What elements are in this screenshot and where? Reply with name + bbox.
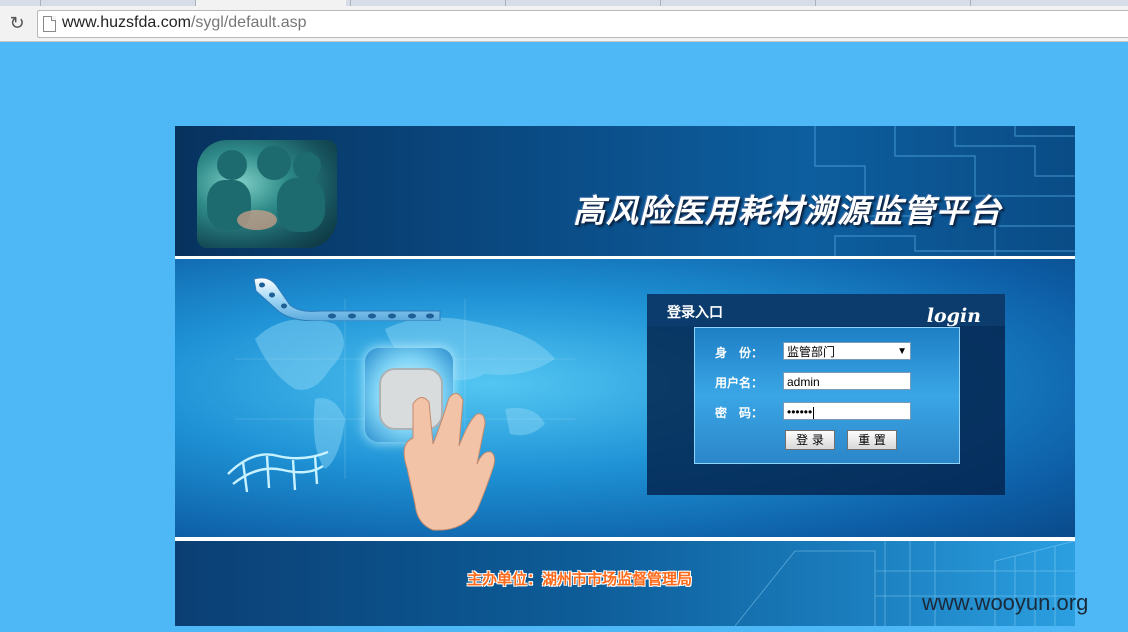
password-row: 密 码： •••••• xyxy=(695,402,959,422)
reload-icon[interactable]: ↻ xyxy=(6,13,28,35)
page-icon xyxy=(43,16,56,32)
main-banner: 登录入口 login 身 份： 监管部门 ▼ 用户名： admin 密 码： •… xyxy=(175,259,1075,537)
watermark: www.wooyun.org xyxy=(922,590,1089,615)
address-bar[interactable]: www.huzsfda.com/sygl/default.asp xyxy=(37,10,1128,38)
login-title: 登录入口 xyxy=(667,305,723,321)
login-panel-header: 登录入口 login xyxy=(647,294,1005,327)
host-organization: 主办单位：湖州市市场监督管理局 xyxy=(467,570,693,588)
text-caret xyxy=(813,406,815,419)
login-button[interactable]: 登 录 xyxy=(785,430,835,450)
bone-plate-image xyxy=(253,277,441,321)
username-row: 用户名： admin xyxy=(695,372,959,392)
dropdown-arrow-icon[interactable]: ▼ xyxy=(897,343,907,361)
site-title: 高风险医用耗材溯源监管平台 xyxy=(573,192,1003,230)
surgery-photo xyxy=(197,140,337,248)
password-input[interactable]: •••••• xyxy=(783,402,911,420)
url-path: /sygl/default.asp xyxy=(190,14,307,31)
identity-label: 身 份： xyxy=(715,346,764,360)
login-script-logo: login xyxy=(926,305,981,327)
hand-image xyxy=(403,393,496,531)
username-input[interactable]: admin xyxy=(783,372,911,390)
url-text[interactable]: www.huzsfda.com/sygl/default.asp xyxy=(62,14,307,32)
fixator-implant-image xyxy=(227,450,329,493)
username-label: 用户名： xyxy=(715,376,764,390)
header-banner: 高风险医用耗材溯源监管平台 xyxy=(175,126,1075,256)
login-form: 身 份： 监管部门 ▼ 用户名： admin 密 码： •••••• 登 录 重… xyxy=(694,327,960,464)
login-page: 高风险医用耗材溯源监管平台 登录入口 login 身 份： 监管部门 ▼ 用户名… xyxy=(175,126,1075,626)
identity-select-value: 监管部门 xyxy=(787,345,836,359)
password-mask: •••••• xyxy=(787,405,813,419)
reset-button[interactable]: 重 置 xyxy=(847,430,897,450)
url-host: www.huzsfda.com xyxy=(62,14,191,31)
identity-row: 身 份： 监管部门 ▼ xyxy=(695,342,959,362)
browser-toolbar: ↻ www.huzsfda.com/sygl/default.asp xyxy=(0,6,1128,42)
identity-select[interactable]: 监管部门 ▼ xyxy=(783,342,911,360)
password-label: 密 码： xyxy=(715,406,764,420)
login-panel: 登录入口 login 身 份： 监管部门 ▼ 用户名： admin 密 码： •… xyxy=(647,294,1005,495)
